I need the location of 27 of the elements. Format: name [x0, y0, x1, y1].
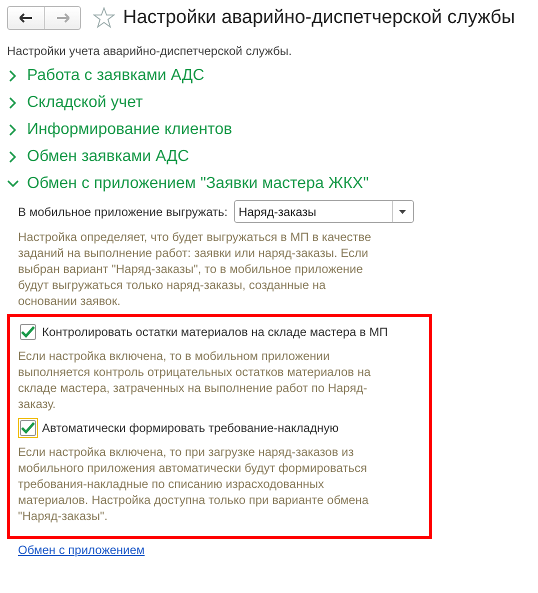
field-label: В мобильное приложение выгружать:: [18, 204, 228, 218]
checkbox-label: Автоматически формировать требование-накладную: [42, 421, 339, 435]
chevron-right-icon: [7, 151, 19, 163]
star-icon[interactable]: [93, 7, 115, 29]
link[interactable]: Обмен с приложением: [18, 543, 145, 557]
hint-text: Если настройка включена, то в мобильном приложении выполняется контроль отрицательных остатков материалов на складе мастера, затраченных на выполнение работ по Наряд-заказу.: [18, 348, 372, 412]
chevron-right-icon: [7, 97, 19, 109]
window-title: Настройки аварийно-диспетчерской службы: [123, 7, 516, 29]
group-header[interactable]: Складской учет: [7, 94, 538, 112]
export-select[interactable]: Наряд-заказы: [234, 200, 414, 223]
group-header[interactable]: Работа с заявками АДС: [7, 67, 538, 85]
chevron-down-icon: [7, 178, 19, 190]
right-arrow-icon: [56, 13, 70, 23]
chevron-right-icon: [7, 70, 19, 82]
description-text: Настройки учета аварийно-диспетчерской службы.: [7, 44, 293, 58]
checkbox[interactable]: [20, 324, 36, 340]
left-arrow-icon: [19, 13, 33, 23]
checkbox-label: Контролировать остатки материалов на складе мастера в МП: [42, 325, 388, 339]
group-header[interactable]: Обмен заявками АДС: [7, 148, 538, 166]
hint-text: Настройка определяет, что будет выгружаться в МП в качестве заданий на выполнение работ: заявки или наряд-заказы. Если выбран вариант "Наряд-заказы", то в мобильное приложение будут выгружаться только наряд-заказы, созданные на основании заявок.: [18, 229, 372, 309]
check-icon: [21, 326, 35, 338]
check-icon: [21, 422, 35, 434]
group-header[interactable]: Обмен с приложением "Заявки мастера ЖКХ": [7, 175, 538, 193]
group-header[interactable]: Информирование клиентов: [7, 121, 538, 139]
chevron-right-icon: [7, 124, 19, 136]
hint-text: Если настройка включена, то при загрузке наряд-заказов из мобильного приложения автоматически будут формироваться требования-накладные по списанию израсходованных материалов. Настройка доступна только при варианте обмена "Наряд-заказы".: [18, 444, 370, 524]
dropdown-icon: [399, 210, 406, 214]
